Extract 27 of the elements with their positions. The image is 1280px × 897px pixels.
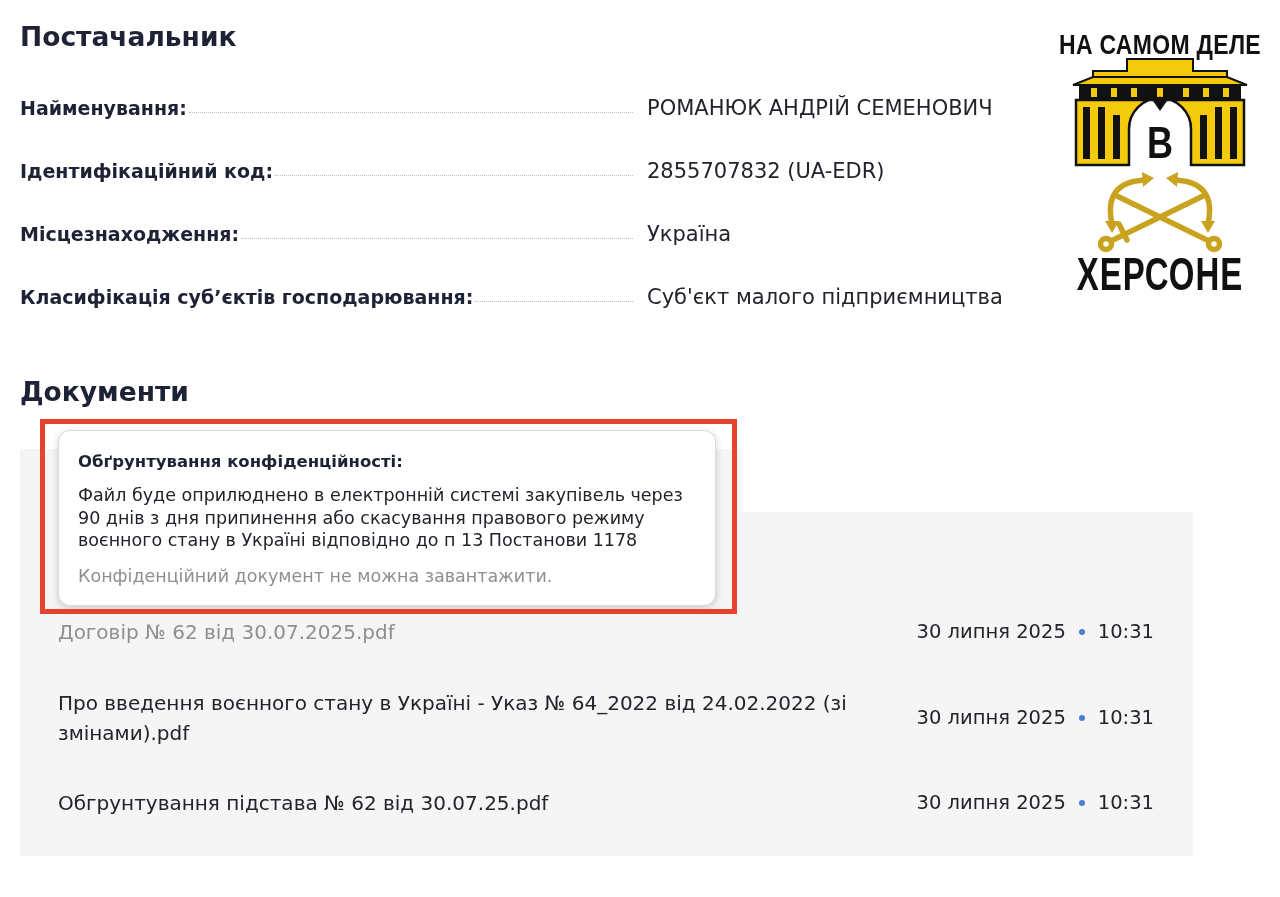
file-date: 30 липня 2025 [916, 619, 1066, 645]
field-value: Україна [647, 220, 732, 247]
section-heading: Постачальник [20, 20, 237, 54]
file-date: 30 липня 2025 [916, 704, 1066, 731]
field-label: Класифікація суб’єктів господарювання: [20, 284, 474, 310]
tooltip-note: Конфіденційний документ не можна завантажити. [78, 564, 553, 587]
field-label: Місцезнаходження: [20, 221, 240, 247]
bullet-icon [1078, 629, 1085, 635]
file-date: 30 липня 2025 [916, 790, 1066, 816]
field-label: Найменування: [20, 95, 187, 121]
section-heading: Документи [20, 375, 189, 409]
tooltip-title: Обґрунтування конфіденційності: [78, 451, 404, 473]
bullet-icon [1078, 800, 1085, 806]
field-label: Ідентифікаційний код: [20, 158, 273, 184]
logo-text: НА САМОМ ДЕЛЕ [1059, 29, 1261, 59]
file-time: 10:31 [1097, 790, 1154, 816]
field-value: 2855707832 (UA-EDR) [647, 157, 885, 184]
logo-text: ХЕРСОНЕ [1076, 251, 1244, 299]
file-link[interactable]: Обгрунтування підстава № 62 від 30.07.25.pdf [58, 788, 549, 818]
field-value: РОМАНЮК АНДРІЙ СЕМЕНОВИЧ [647, 94, 993, 121]
file-time: 10:31 [1097, 619, 1154, 645]
file-time: 10:31 [1097, 704, 1154, 731]
bullet-icon [1078, 714, 1085, 721]
file-link[interactable]: Про введення воєнного стану в Україні - Указ № 64_2022 від 24.02.2022 (зі змінами).pdf [58, 687, 898, 748]
tooltip-text: Файл буде оприлюднено в електронній системі закупівель через 90 днів з дня припинення або скасування правового режиму воєнного стану в Україні відповідно до п 13 Постанови 1178 [78, 484, 684, 552]
field-value: Суб'єкт малого підприємництва [647, 283, 1003, 310]
logo-letter: В [1147, 123, 1173, 163]
